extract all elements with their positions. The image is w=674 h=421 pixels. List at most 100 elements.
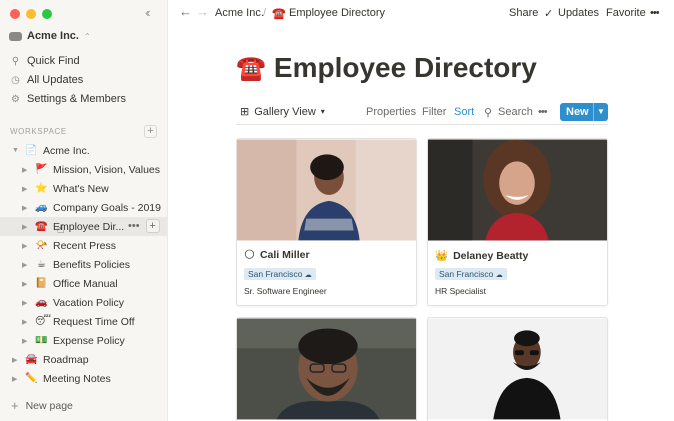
card-name: 🌕 Cali Miller — [244, 249, 310, 261]
breadcrumb-workspace[interactable]: Acme Inc. — [215, 7, 264, 19]
share-button[interactable]: Share — [509, 7, 538, 19]
add-page-button[interactable]: + — [144, 125, 157, 138]
location-tag-text: San Francisco — [439, 269, 494, 279]
quick-find-label: Quick Find — [27, 55, 80, 67]
sidebar-item-vacation[interactable]: ▶ 🚗 Vacation Policy — [0, 293, 167, 312]
sidebar-item-acme[interactable]: ▼ 📄 Acme Inc. — [0, 141, 167, 160]
plus-icon: + — [11, 398, 19, 413]
pointer-cursor-icon: ☝ — [57, 222, 65, 236]
profile-photo — [428, 318, 607, 420]
expand-right-icon[interactable]: ▶ — [12, 356, 17, 364]
profile-photo — [237, 139, 416, 241]
search-icon: ⚲ — [484, 107, 493, 119]
settings-item[interactable]: ⚙ Settings & Members — [10, 93, 126, 105]
page-emoji-icon: 📄 — [25, 145, 38, 156]
page-title-text[interactable]: Employee Directory — [274, 52, 537, 84]
view-selector[interactable]: ⊞ Gallery View ▾ — [240, 105, 325, 119]
sidebar-item-label: Acme Inc. — [43, 144, 90, 157]
page-emoji-icon: ☕ — [37, 259, 46, 270]
more-options-button[interactable]: ••• — [650, 7, 660, 19]
page-title: ☎️ Employee Directory — [236, 52, 537, 84]
new-page-button[interactable]: + New page — [11, 398, 73, 413]
sidebar: ‹‹ Acme Inc. ⌃ ⚲ Quick Find ◷ All Update… — [0, 0, 168, 421]
updates-button[interactable]: Updates — [558, 7, 599, 19]
minimize-window-button[interactable] — [26, 9, 36, 19]
card-emoji-icon: 🌕 — [244, 249, 255, 261]
gallery-card[interactable]: 🌕 Cali Miller San Francisco ☁ Sr. Softwa… — [236, 138, 417, 306]
gallery-card[interactable]: 👑 Delaney Beatty San Francisco ☁ HR Spec… — [427, 138, 608, 306]
properties-button[interactable]: Properties — [366, 106, 416, 118]
sidebar-item-label: Benefits Policies — [53, 258, 131, 271]
check-icon: ✓ — [544, 8, 554, 20]
search-button[interactable]: Search — [498, 106, 533, 118]
sidebar-item-benefits[interactable]: ▶ ☕ Benefits Policies — [0, 255, 167, 274]
chevron-down-icon[interactable]: ▼ — [593, 103, 608, 121]
expand-right-icon[interactable]: ▶ — [22, 242, 27, 250]
expand-down-icon[interactable]: ▼ — [12, 147, 19, 154]
card-name: 👑 Delaney Beatty — [435, 249, 528, 263]
back-arrow-icon[interactable]: ← — [179, 4, 192, 19]
gallery-card[interactable] — [236, 317, 417, 421]
profile-photo — [237, 318, 416, 420]
view-more-button[interactable]: ••• — [538, 106, 548, 118]
new-record-button[interactable]: New ▼ — [560, 103, 608, 121]
expand-right-icon[interactable]: ▶ — [12, 375, 17, 383]
sidebar-item-meeting-notes[interactable]: ▶ ✏️ Meeting Notes — [0, 369, 167, 388]
quick-find-item[interactable]: ⚲ Quick Find — [10, 55, 80, 67]
page-emoji-icon: 🚗 — [35, 297, 48, 308]
workspace-switcher[interactable]: Acme Inc. ⌃ — [9, 30, 91, 42]
gallery-card[interactable] — [427, 317, 608, 421]
expand-right-icon[interactable]: ▶ — [22, 185, 27, 193]
forward-arrow-icon[interactable]: → — [196, 4, 209, 19]
location-tag: San Francisco ☁ — [435, 268, 507, 280]
profile-photo — [428, 139, 607, 241]
favorite-button[interactable]: Favorite — [606, 7, 646, 19]
gear-icon: ⚙ — [11, 93, 20, 105]
expand-right-icon[interactable]: ▶ — [22, 204, 27, 212]
clock-icon: ◷ — [11, 74, 20, 86]
top-bar: ← → Acme Inc. / ☎️ Employee Directory Sh… — [168, 0, 674, 26]
sidebar-item-company-goals[interactable]: ▶ 🚙 Company Goals - 2019 — [0, 198, 167, 217]
page-emoji-icon[interactable]: ☎️ — [236, 54, 266, 83]
add-subpage-button[interactable]: + — [145, 219, 160, 233]
card-name-text: Cali Miller — [259, 249, 310, 261]
page-emoji-icon: 🚩 — [35, 164, 48, 175]
sidebar-item-expense[interactable]: ▶ 💵 Expense Policy — [0, 331, 167, 350]
all-updates-item[interactable]: ◷ All Updates — [10, 74, 83, 86]
expand-right-icon[interactable]: ▶ — [22, 166, 27, 174]
sidebar-item-recent-press[interactable]: ▶ 📯 Recent Press — [0, 236, 167, 255]
sidebar-item-label: Request Time Off — [53, 315, 135, 328]
sidebar-item-employee-directory[interactable]: ▶ ☎️ Employee Dir... ••• + — [0, 217, 167, 236]
card-role: HR Specialist — [435, 286, 487, 296]
breadcrumb-page[interactable]: Employee Directory — [289, 7, 385, 19]
zoom-window-button[interactable] — [42, 9, 52, 19]
sidebar-item-label: Office Manual — [53, 277, 118, 290]
search-icon: ⚲ — [11, 55, 20, 67]
chevron-down-icon: ▾ — [320, 107, 325, 116]
workspace-section-label: WORKSPACE — [10, 127, 67, 136]
sidebar-item-roadmap[interactable]: ▶ 🚘 Roadmap — [0, 350, 167, 369]
expand-right-icon[interactable]: ▶ — [22, 280, 27, 288]
card-emoji-icon: 👑 — [435, 250, 449, 262]
gallery-grid-icon: ⊞ — [240, 106, 250, 118]
more-options-icon[interactable]: ••• — [128, 220, 140, 232]
view-toolbar: ⊞ Gallery View ▾ Properties Filter Sort … — [236, 101, 608, 125]
expand-right-icon[interactable]: ▶ — [22, 261, 27, 269]
sort-button[interactable]: Sort — [454, 106, 474, 118]
sidebar-item-whats-new[interactable]: ▶ ⭐ What's New — [0, 179, 167, 198]
filter-button[interactable]: Filter — [422, 106, 446, 118]
new-page-label: New page — [25, 400, 73, 412]
expand-right-icon[interactable]: ▶ — [22, 318, 27, 326]
page-emoji-icon: 🚙 — [35, 202, 48, 213]
location-tag-text: San Francisco — [248, 269, 303, 279]
collapse-sidebar-icon[interactable]: ‹‹ — [145, 5, 150, 20]
sidebar-item-office-manual[interactable]: ▶ 📔 Office Manual — [0, 274, 167, 293]
sidebar-item-mission[interactable]: ▶ 🚩 Mission, Vision, Values — [0, 160, 167, 179]
close-window-button[interactable] — [10, 9, 20, 19]
expand-right-icon[interactable]: ▶ — [22, 223, 27, 231]
expand-right-icon[interactable]: ▶ — [22, 337, 27, 345]
all-updates-label: All Updates — [27, 74, 84, 86]
sidebar-item-time-off[interactable]: ▶ 😴 Request Time Off — [0, 312, 167, 331]
breadcrumb-page-icon: ☎️ — [272, 8, 286, 20]
expand-right-icon[interactable]: ▶ — [22, 299, 27, 307]
